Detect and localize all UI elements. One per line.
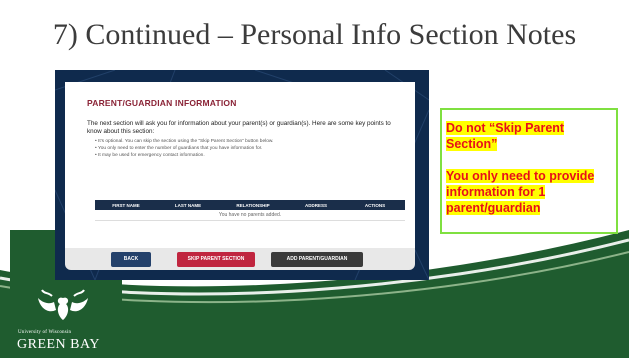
notes-callout: Do not “Skip Parent Section” You only ne… [440, 108, 618, 234]
embedded-screenshot: PARENT/GUARDIAN INFORMATION The next sec… [55, 70, 429, 280]
note-one-guardian-text: You only need to provide information for… [446, 169, 595, 215]
section-intro: The next section will ask you for inform… [87, 120, 391, 135]
logo-green-bay: GREEN BAY [17, 337, 100, 352]
note-skip-warning: Do not “Skip Parent Section” [446, 120, 616, 152]
column-actions: ACTIONS [364, 202, 386, 208]
note-one-guardian: You only need to provide information for… [446, 168, 616, 216]
parent-guardian-card: PARENT/GUARDIAN INFORMATION The next sec… [65, 82, 415, 257]
column-first-name: FIRST NAME [112, 202, 140, 208]
guardians-table-header: FIRST NAME LAST NAME RELATIONSHIP ADDRES… [95, 200, 405, 210]
note-skip-warning-text: Do not “Skip Parent Section” [446, 121, 565, 151]
logo-university-line: University of Wisconsin [18, 330, 72, 335]
button-bar: BACK SKIP PARENT SECTION ADD PARENT/GUAR… [65, 248, 415, 270]
back-button[interactable]: BACK [111, 252, 151, 267]
column-relationship: RELATIONSHIP [236, 202, 270, 208]
key-points-list: It’s optional. You can skip the section … [95, 138, 273, 159]
section-heading: PARENT/GUARDIAN INFORMATION [87, 98, 237, 108]
slide-title: 7) Continued – Personal Info Section Not… [52, 18, 577, 51]
column-address: ADDRESS [304, 202, 327, 208]
key-point: It may be used for emergency contact inf… [95, 152, 273, 159]
phoenix-logo-icon [38, 289, 88, 320]
add-parent-guardian-button[interactable]: ADD PARENT/GUARDIAN [271, 252, 363, 267]
empty-table-message: You have no parents added. [95, 210, 405, 221]
key-point: You only need to enter the number of gua… [95, 145, 273, 152]
skip-parent-section-button[interactable]: SKIP PARENT SECTION [177, 252, 255, 267]
key-point: It’s optional. You can skip the section … [95, 138, 273, 145]
column-last-name: LAST NAME [174, 202, 202, 208]
